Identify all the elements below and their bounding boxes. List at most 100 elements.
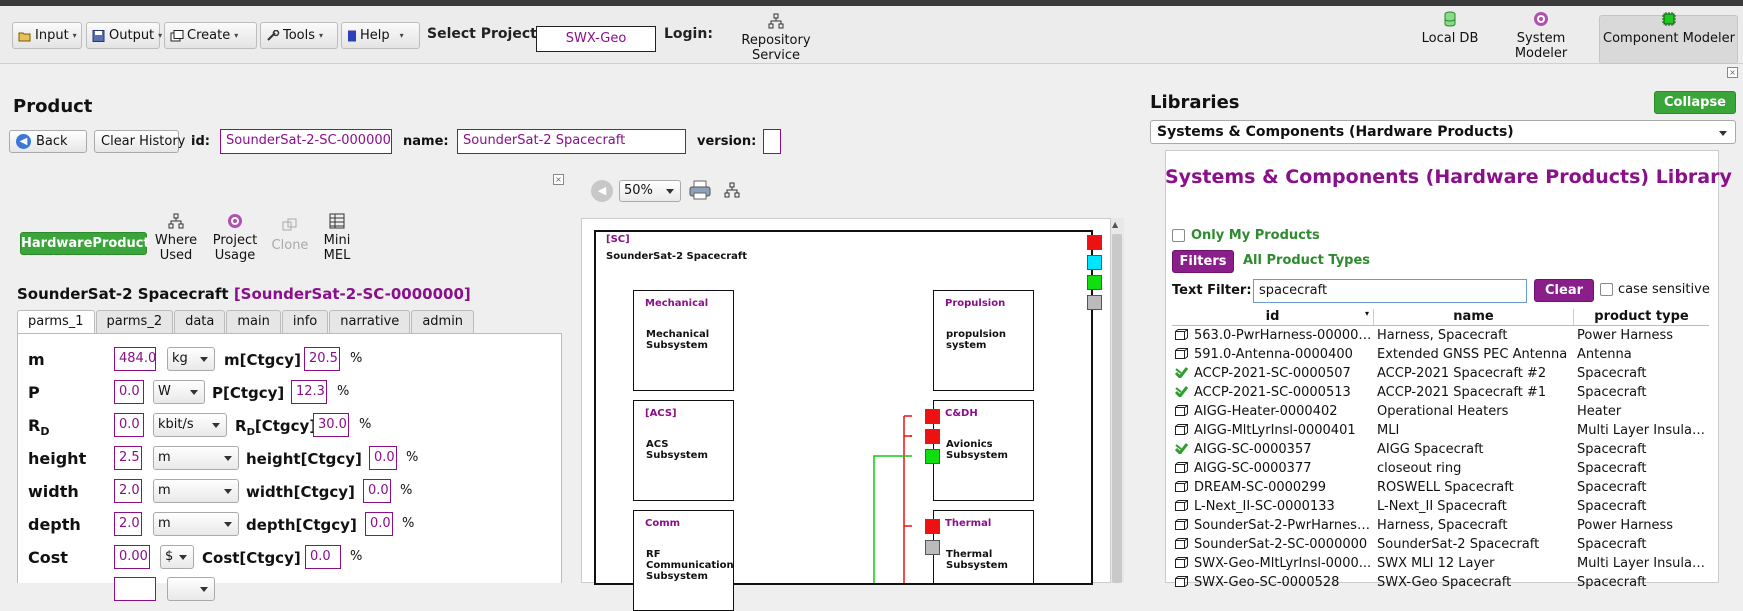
only-my-products-checkbox[interactable]: [1172, 229, 1185, 242]
cdh-port-red-2[interactable]: [925, 429, 940, 444]
repository-service-button[interactable]: Repository Service: [718, 13, 834, 63]
ctgcy-value[interactable]: 12.3: [291, 380, 327, 404]
propulsion-block[interactable]: Propulsion propulsion system: [933, 290, 1034, 391]
tab-parms-2[interactable]: parms_2: [95, 310, 174, 334]
unit-select[interactable]: [167, 577, 215, 601]
ctgcy-value[interactable]: 0.0: [365, 512, 393, 536]
unit-select[interactable]: W: [153, 380, 205, 404]
param-value[interactable]: 484.0: [114, 347, 156, 371]
print-icon[interactable]: [689, 180, 711, 200]
case-sensitive-checkbox[interactable]: [1600, 283, 1613, 296]
col-header-product-type[interactable]: product type: [1574, 309, 1709, 325]
ctgcy-value[interactable]: 0.0: [363, 479, 391, 503]
back-button[interactable]: ◀ Back: [9, 130, 87, 153]
param-value[interactable]: 2.5: [114, 446, 142, 470]
version-field[interactable]: [763, 129, 781, 154]
tab-admin[interactable]: admin: [411, 310, 475, 334]
mechanical-block[interactable]: Mechanical Mechanical Subsystem: [633, 290, 734, 391]
unit-select[interactable]: kg: [167, 347, 215, 371]
table-row[interactable]: SounderSat-2-SC-0000000 SounderSat-2 Spac…: [1172, 535, 1709, 554]
percent-label: %: [400, 483, 413, 498]
table-row[interactable]: SWX-Geo-MltLyrInsl-0000... SWX MLI 12 Lay…: [1172, 554, 1709, 573]
zoom-select[interactable]: 50%: [619, 180, 681, 202]
tools-menu[interactable]: Tools ▾: [260, 22, 338, 49]
text-filter-input[interactable]: spacecraft: [1253, 279, 1527, 303]
tab-data[interactable]: data: [174, 310, 226, 334]
table-row[interactable]: DREAM-SC-0000299 ROSWELL Spacecraft Spacec…: [1172, 478, 1709, 497]
table-row[interactable]: AIGG-MltLyrInsl-0000401 MLI Multi Layer In…: [1172, 421, 1709, 440]
thermal-block[interactable]: Thermal Thermal Subsystem: [933, 510, 1034, 583]
ctgcy-value[interactable]: 0.0: [369, 446, 397, 470]
ctgcy-value[interactable]: 30.0: [313, 413, 349, 437]
param-value[interactable]: 2.0: [114, 479, 142, 503]
table-row[interactable]: SounderSat-2-PwrHarness... Harness, Space…: [1172, 516, 1709, 535]
col-header-id[interactable]: id ▾: [1172, 309, 1374, 325]
port-gray[interactable]: [1087, 295, 1102, 310]
local-db-button[interactable]: Local DB: [1420, 11, 1480, 46]
collapse-button[interactable]: Collapse: [1654, 91, 1736, 114]
table-row[interactable]: AIGG-Heater-0000402 Operational Heaters He…: [1172, 402, 1709, 421]
cdh-port-green[interactable]: [925, 449, 940, 464]
tab-narrative[interactable]: narrative: [329, 310, 411, 334]
comm-block[interactable]: Comm RF Communication Subsystem: [633, 510, 734, 611]
ctgcy-value[interactable]: 20.5: [304, 347, 340, 371]
id-field[interactable]: SounderSat-2-SC-0000000: [220, 129, 392, 154]
table-row[interactable]: ACCP-2021-SC-0000507 ACCP-2021 Spacecraft…: [1172, 364, 1709, 383]
table-row[interactable]: 591.0-Antenna-0000400 Extended GNSS PEC A…: [1172, 345, 1709, 364]
create-menu[interactable]: Create ▾: [164, 22, 257, 49]
library-select[interactable]: Systems & Components (Hardware Products): [1150, 120, 1736, 144]
diagram-back-button[interactable]: ◀: [591, 180, 613, 202]
detach-panel-icon[interactable]: ×: [553, 174, 564, 185]
col-header-name[interactable]: name: [1374, 309, 1574, 325]
close-panel-icon[interactable]: ×: [1727, 67, 1738, 78]
table-row[interactable]: 563.0-PwrHarness-000004... Harness, Space…: [1172, 326, 1709, 345]
input-menu[interactable]: Input ▾: [12, 22, 82, 49]
thermal-port-red[interactable]: [925, 519, 940, 534]
row-product-type: Spacecraft: [1577, 442, 1647, 457]
table-row[interactable]: AIGG-SC-0000377 closeout ring Spacecraft: [1172, 459, 1709, 478]
help-menu[interactable]: Help ▾: [341, 22, 420, 49]
clear-filter-button[interactable]: Clear: [1534, 279, 1594, 302]
name-field[interactable]: SounderSat-2 Spacecraft: [457, 129, 686, 154]
table-row[interactable]: AIGG-SC-0000357 AIGG Spacecraft Spacecraft: [1172, 440, 1709, 459]
clone-button[interactable]: Clone: [270, 218, 310, 253]
table-row[interactable]: ACCP-2021-SC-0000513 ACCP-2021 Spacecraft…: [1172, 383, 1709, 402]
cdh-block[interactable]: C&DH Avionics Subsystem: [933, 400, 1034, 501]
hierarchy-view-icon[interactable]: [724, 182, 740, 198]
acs-block[interactable]: [ACS] ACS Subsystem: [633, 400, 734, 501]
tab-info[interactable]: info: [281, 310, 329, 334]
scroll-up-icon[interactable]: ▲: [1112, 220, 1118, 229]
filters-button[interactable]: Filters: [1172, 250, 1234, 273]
diagram-scroll-thumb[interactable]: [1112, 234, 1122, 583]
unit-select[interactable]: m: [153, 479, 239, 503]
ctgcy-value[interactable]: 0.0: [305, 545, 341, 569]
table-row[interactable]: L-Next_II-SC-0000133 L-Next_II Spacecraft…: [1172, 497, 1709, 516]
box-icon: [1175, 424, 1189, 435]
tab-main[interactable]: main: [226, 310, 281, 334]
hardware-product-button[interactable]: HardwareProduct: [20, 232, 150, 255]
clear-history-button[interactable]: Clear History: [94, 130, 185, 153]
param-value[interactable]: 0.00: [114, 545, 150, 569]
param-value[interactable]: 0.0: [114, 380, 144, 404]
project-usage-button[interactable]: Project Usage: [210, 213, 260, 263]
thermal-port-gray[interactable]: [925, 540, 940, 555]
param-value[interactable]: [114, 577, 156, 601]
tab-parms-1[interactable]: parms_1: [17, 310, 95, 334]
wrench-icon: [266, 29, 280, 42]
unit-select[interactable]: kbit/s: [153, 413, 227, 437]
output-menu[interactable]: Output ▾: [86, 22, 162, 49]
param-value[interactable]: 2.0: [114, 512, 142, 536]
project-selector[interactable]: SWX-Geo: [536, 26, 656, 52]
param-row-m: m 484.0 kg m[Ctgcy] 20.5 %: [28, 347, 568, 373]
mini-mel-button[interactable]: Mini MEL: [319, 213, 355, 263]
unit-select[interactable]: m: [153, 512, 239, 536]
port-green[interactable]: [1087, 275, 1102, 290]
port-cyan[interactable]: [1087, 255, 1102, 270]
system-modeler-button[interactable]: System Modeler: [1490, 11, 1592, 61]
unit-select[interactable]: m: [153, 446, 239, 470]
port-red[interactable]: [1087, 235, 1102, 250]
cdh-port-red-1[interactable]: [925, 409, 940, 424]
param-value[interactable]: 0.0: [114, 413, 144, 437]
unit-select[interactable]: $: [160, 545, 194, 569]
where-used-button[interactable]: Where Used: [153, 213, 199, 263]
